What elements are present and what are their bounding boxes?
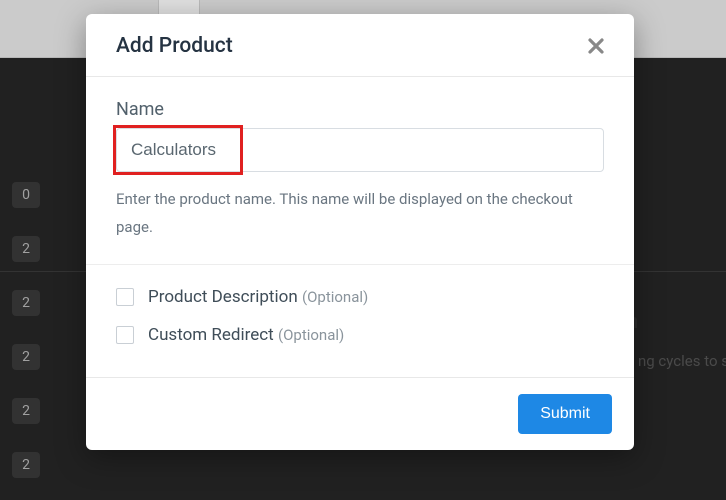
checkbox-label-text: Product Description: [148, 287, 298, 307]
add-product-modal: Add Product Name Enter the product name.…: [86, 14, 634, 450]
name-help-text: Enter the product name. This name will b…: [116, 186, 604, 242]
checkbox-optional-text: (Optional): [302, 288, 368, 306]
checkbox-label-text: Custom Redirect: [148, 325, 274, 345]
modal-footer: Submit: [86, 377, 634, 450]
section-divider: [86, 264, 634, 265]
name-input-wrap: [116, 128, 604, 172]
checkbox-label[interactable]: Custom Redirect (Optional): [148, 325, 344, 345]
close-icon: [588, 38, 604, 54]
close-button[interactable]: [584, 34, 608, 58]
checkbox-label[interactable]: Product Description (Optional): [148, 287, 368, 307]
modal-header: Add Product: [86, 14, 634, 77]
product-name-input[interactable]: [116, 128, 604, 172]
name-label: Name: [116, 99, 604, 120]
modal-body: Name Enter the product name. This name w…: [86, 77, 634, 369]
checkbox-optional-text: (Optional): [278, 326, 344, 344]
submit-button[interactable]: Submit: [518, 394, 612, 434]
checkbox-row-description: Product Description (Optional): [116, 287, 604, 307]
modal-title: Add Product: [116, 34, 233, 58]
product-description-checkbox[interactable]: [116, 288, 134, 306]
checkbox-row-redirect: Custom Redirect (Optional): [116, 325, 604, 345]
custom-redirect-checkbox[interactable]: [116, 326, 134, 344]
